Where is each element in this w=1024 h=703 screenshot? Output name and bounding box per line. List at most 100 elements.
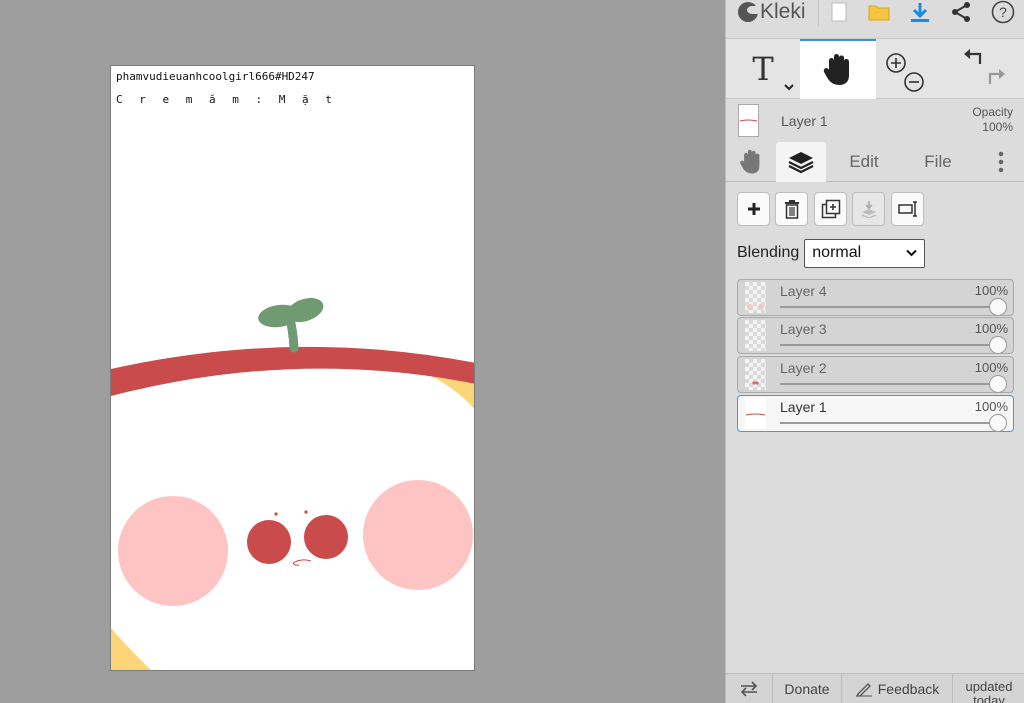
opacity-value: 100%	[982, 120, 1013, 134]
share-icon[interactable]	[948, 0, 974, 24]
opacity-readout: Opacity 100%	[972, 105, 1013, 135]
bottom-bar: Donate Feedback updated today	[726, 673, 1024, 703]
layer-opacity-slider[interactable]	[780, 383, 999, 385]
duplicate-icon	[821, 199, 840, 219]
donate-link[interactable]: Donate	[773, 674, 842, 703]
rename-layer-button[interactable]	[891, 192, 924, 226]
logo-icon	[738, 2, 758, 22]
yellow-corner	[111, 628, 151, 670]
tab-hand[interactable]	[726, 142, 776, 182]
layer-preview-thumbnail[interactable]	[738, 104, 759, 137]
layer-thumbnail	[745, 282, 766, 313]
mouth-tail	[292, 562, 300, 566]
layer-opacity-slider[interactable]	[780, 422, 999, 424]
new-file-icon[interactable]	[827, 0, 851, 24]
right-cheek	[363, 480, 473, 590]
hand-tool-icon	[823, 54, 849, 85]
download-icon[interactable]	[906, 0, 934, 24]
delete-layer-button[interactable]	[775, 192, 808, 226]
feedback-link[interactable]: Feedback	[842, 674, 953, 703]
apple-band	[111, 346, 474, 396]
layers-icon	[788, 152, 814, 174]
open-folder-icon[interactable]	[865, 0, 893, 24]
zoom-in-icon[interactable]	[886, 53, 906, 73]
tab-bar: Edit File	[726, 142, 1024, 182]
layer-opacity-handle[interactable]	[989, 336, 1007, 354]
layer-name: Layer 2	[780, 360, 827, 376]
plus-icon	[747, 203, 760, 215]
layer-opacity: 100%	[974, 399, 1008, 414]
blending-label: Blending	[737, 244, 800, 261]
merge-down-icon	[861, 201, 876, 218]
layer-item[interactable]: Layer 2 100%	[737, 356, 1014, 393]
blending-select[interactable]: normal	[804, 238, 926, 268]
zoom-buttons	[882, 39, 928, 99]
layer-name: Layer 1	[780, 399, 827, 415]
history-buttons	[956, 39, 1016, 99]
layer-opacity-handle[interactable]	[989, 375, 1007, 393]
hand-tab-icon	[740, 149, 760, 174]
swap-side-button[interactable]	[726, 674, 773, 703]
duplicate-layer-button[interactable]	[814, 192, 847, 226]
layer-name: Layer 3	[780, 321, 827, 337]
canvas-artwork	[111, 298, 474, 670]
chevron-down-icon	[906, 249, 917, 257]
tab-layers[interactable]	[776, 142, 826, 182]
updated-status: updated today	[953, 674, 1024, 703]
zoom-out-icon[interactable]	[904, 72, 924, 92]
layer-item[interactable]: Layer 3 100%	[737, 317, 1014, 354]
layer-thumbnail	[745, 359, 766, 390]
tab-edit[interactable]: Edit	[836, 142, 892, 182]
layer-opacity-handle[interactable]	[989, 414, 1007, 432]
redo-icon[interactable]	[988, 69, 1005, 84]
layer-item[interactable]: Layer 4 100%	[737, 279, 1014, 316]
help-icon[interactable]: ?	[989, 0, 1017, 24]
left-eye	[247, 520, 291, 564]
feedback-icon	[855, 683, 872, 697]
right-eye	[304, 515, 348, 559]
left-dot	[274, 512, 278, 516]
trash-icon	[784, 200, 799, 219]
layer-opacity: 100%	[974, 321, 1008, 336]
tool-row: T	[726, 38, 1024, 99]
current-layer-name: Layer 1	[781, 113, 828, 129]
merge-down-button[interactable]	[852, 192, 885, 226]
more-menu-icon[interactable]	[988, 142, 1014, 182]
divider	[818, 0, 819, 26]
tool-panel: Kleki ? T Layer 1 Opacity 100% Edit File…	[725, 0, 1024, 703]
text-tool-button[interactable]: T	[726, 39, 800, 99]
canvas-text-caption: C r e m ă m : M ặ t	[116, 93, 337, 106]
mouth	[292, 559, 312, 564]
text-tool-icon: T	[752, 50, 774, 88]
layer-opacity-slider[interactable]	[780, 306, 999, 308]
layer-name: Layer 4	[780, 283, 827, 299]
logo-text: Kleki	[760, 0, 806, 23]
layer-opacity: 100%	[974, 283, 1008, 298]
kleki-logo[interactable]: Kleki	[738, 0, 806, 24]
drawing-canvas[interactable]: phamvudieuanhcoolgirl666#HD247 C r e m ă…	[110, 65, 475, 671]
updated-today: today	[973, 693, 1005, 703]
layer-opacity-handle[interactable]	[989, 298, 1007, 316]
add-layer-button[interactable]	[737, 192, 770, 226]
canvas-workspace[interactable]: phamvudieuanhcoolgirl666#HD247 C r e m ă…	[0, 0, 725, 703]
canvas-text-username: phamvudieuanhcoolgirl666#HD247	[116, 70, 315, 83]
blending-value: normal	[812, 244, 862, 261]
swap-icon	[740, 681, 758, 697]
updated-label: updated	[965, 679, 1013, 694]
layer-opacity-slider[interactable]	[780, 344, 999, 346]
right-dot	[304, 510, 308, 514]
blending-row: Blending normal	[737, 238, 926, 268]
layer-thumbnail	[745, 320, 766, 351]
layer-item-active[interactable]: Layer 1 100%	[737, 395, 1014, 432]
tab-file[interactable]: File	[912, 142, 964, 182]
opacity-label: Opacity	[972, 105, 1013, 119]
layer-action-row	[726, 192, 1024, 228]
undo-icon[interactable]	[964, 49, 982, 64]
rename-icon	[897, 201, 917, 217]
top-bar: Kleki ?	[726, 0, 1024, 28]
layer-opacity: 100%	[974, 360, 1008, 375]
layer-thumbnail	[745, 398, 766, 429]
hand-tool-button[interactable]	[800, 39, 876, 99]
chevron-down-icon[interactable]	[784, 83, 794, 91]
layer-preview: Layer 1 Opacity 100%	[726, 100, 1024, 142]
